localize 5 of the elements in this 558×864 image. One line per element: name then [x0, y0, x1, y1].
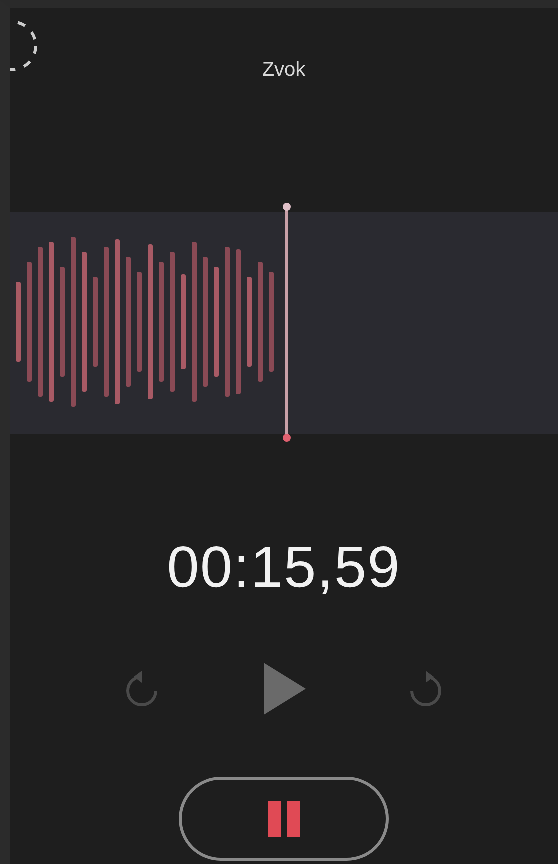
skip-back-icon[interactable] [124, 669, 160, 709]
elapsed-time: 00:15,59 [167, 534, 401, 601]
skip-forward-icon[interactable] [408, 669, 444, 709]
recording-title: Zvok [262, 58, 306, 82]
pause-icon [266, 799, 302, 839]
